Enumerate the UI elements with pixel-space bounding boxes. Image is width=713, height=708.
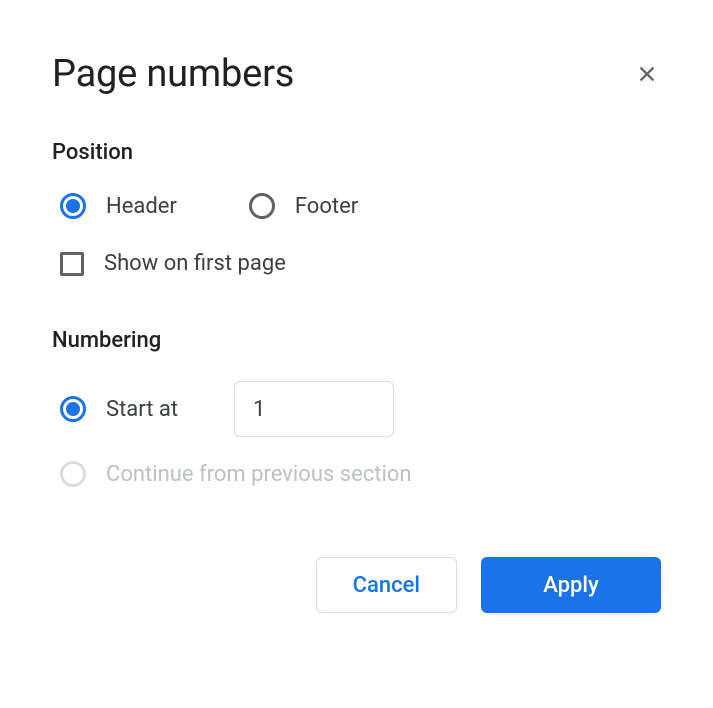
dialog-header: Page numbers (52, 52, 661, 96)
position-options: Header Footer (52, 193, 661, 219)
radio-footer (249, 193, 275, 219)
numbering-section-title: Numbering (52, 328, 661, 353)
radio-continue (60, 461, 86, 487)
show-first-page-label: Show on first page (104, 251, 286, 276)
start-at-option: Start at (52, 381, 661, 437)
radio-start-at[interactable] (60, 396, 86, 422)
position-footer-option[interactable]: Footer (249, 193, 358, 219)
show-first-page-option[interactable]: Show on first page (52, 251, 661, 276)
radio-header (60, 193, 86, 219)
start-at-input[interactable] (234, 381, 394, 437)
position-header-option[interactable]: Header (60, 193, 177, 219)
page-numbers-dialog: Page numbers Position Header Footer Show… (0, 0, 713, 653)
start-at-label: Start at (106, 397, 214, 422)
checkbox-show-first-page (60, 252, 84, 276)
position-footer-label: Footer (295, 194, 358, 219)
dialog-title: Page numbers (52, 52, 294, 96)
close-button[interactable] (633, 60, 661, 88)
dialog-actions: Cancel Apply (52, 557, 661, 613)
continue-option: Continue from previous section (52, 461, 661, 487)
close-icon (636, 63, 658, 85)
position-header-label: Header (106, 194, 177, 219)
cancel-button[interactable]: Cancel (316, 557, 457, 613)
position-section-title: Position (52, 140, 661, 165)
apply-button[interactable]: Apply (481, 557, 661, 613)
continue-label: Continue from previous section (106, 462, 412, 487)
